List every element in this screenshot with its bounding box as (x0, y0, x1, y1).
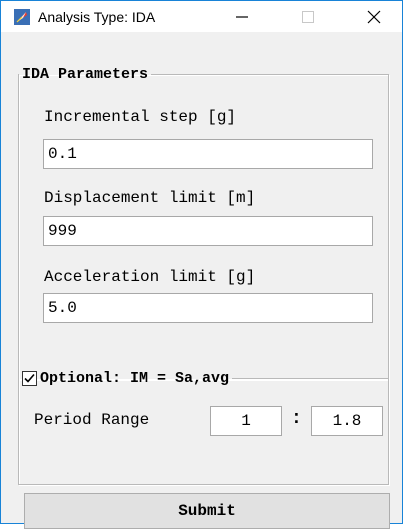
displacement-limit-label: Displacement limit [m] (44, 189, 256, 207)
title-bar[interactable]: Analysis Type: IDA (1, 1, 402, 32)
dialog-content: IDA Parameters Incremental step [g] 0.1 … (1, 32, 402, 529)
ida-parameters-legend: IDA Parameters (22, 66, 149, 83)
maximize-icon (302, 10, 314, 23)
close-icon (367, 10, 381, 23)
acceleration-limit-input[interactable]: 5.0 (43, 293, 373, 323)
period-range-label: Period Range (34, 411, 150, 429)
period-from-input[interactable]: 1 (210, 406, 282, 436)
incremental-step-input[interactable]: 0.1 (43, 139, 373, 169)
window-title: Analysis Type: IDA (38, 9, 156, 25)
minimize-icon (236, 15, 248, 18)
checkmark-icon (24, 373, 35, 383)
optional-im-legend[interactable]: Optional: IM = Sa,avg (19, 370, 232, 387)
feather-app-icon (14, 9, 30, 25)
period-separator: : (291, 409, 302, 429)
maximize-button[interactable] (285, 1, 331, 32)
displacement-limit-input[interactable]: 999 (43, 216, 373, 246)
minimize-button[interactable] (219, 1, 265, 32)
optional-im-label: Optional: IM = Sa,avg (40, 370, 230, 387)
incremental-step-label: Incremental step [g] (44, 108, 237, 126)
period-to-input[interactable]: 1.8 (311, 406, 383, 436)
optional-im-checkbox[interactable] (22, 371, 37, 386)
close-button[interactable] (351, 1, 397, 32)
acceleration-limit-label: Acceleration limit [g] (44, 268, 256, 286)
ida-dialog-window: Analysis Type: IDA IDA Parameters Increm… (0, 0, 403, 529)
